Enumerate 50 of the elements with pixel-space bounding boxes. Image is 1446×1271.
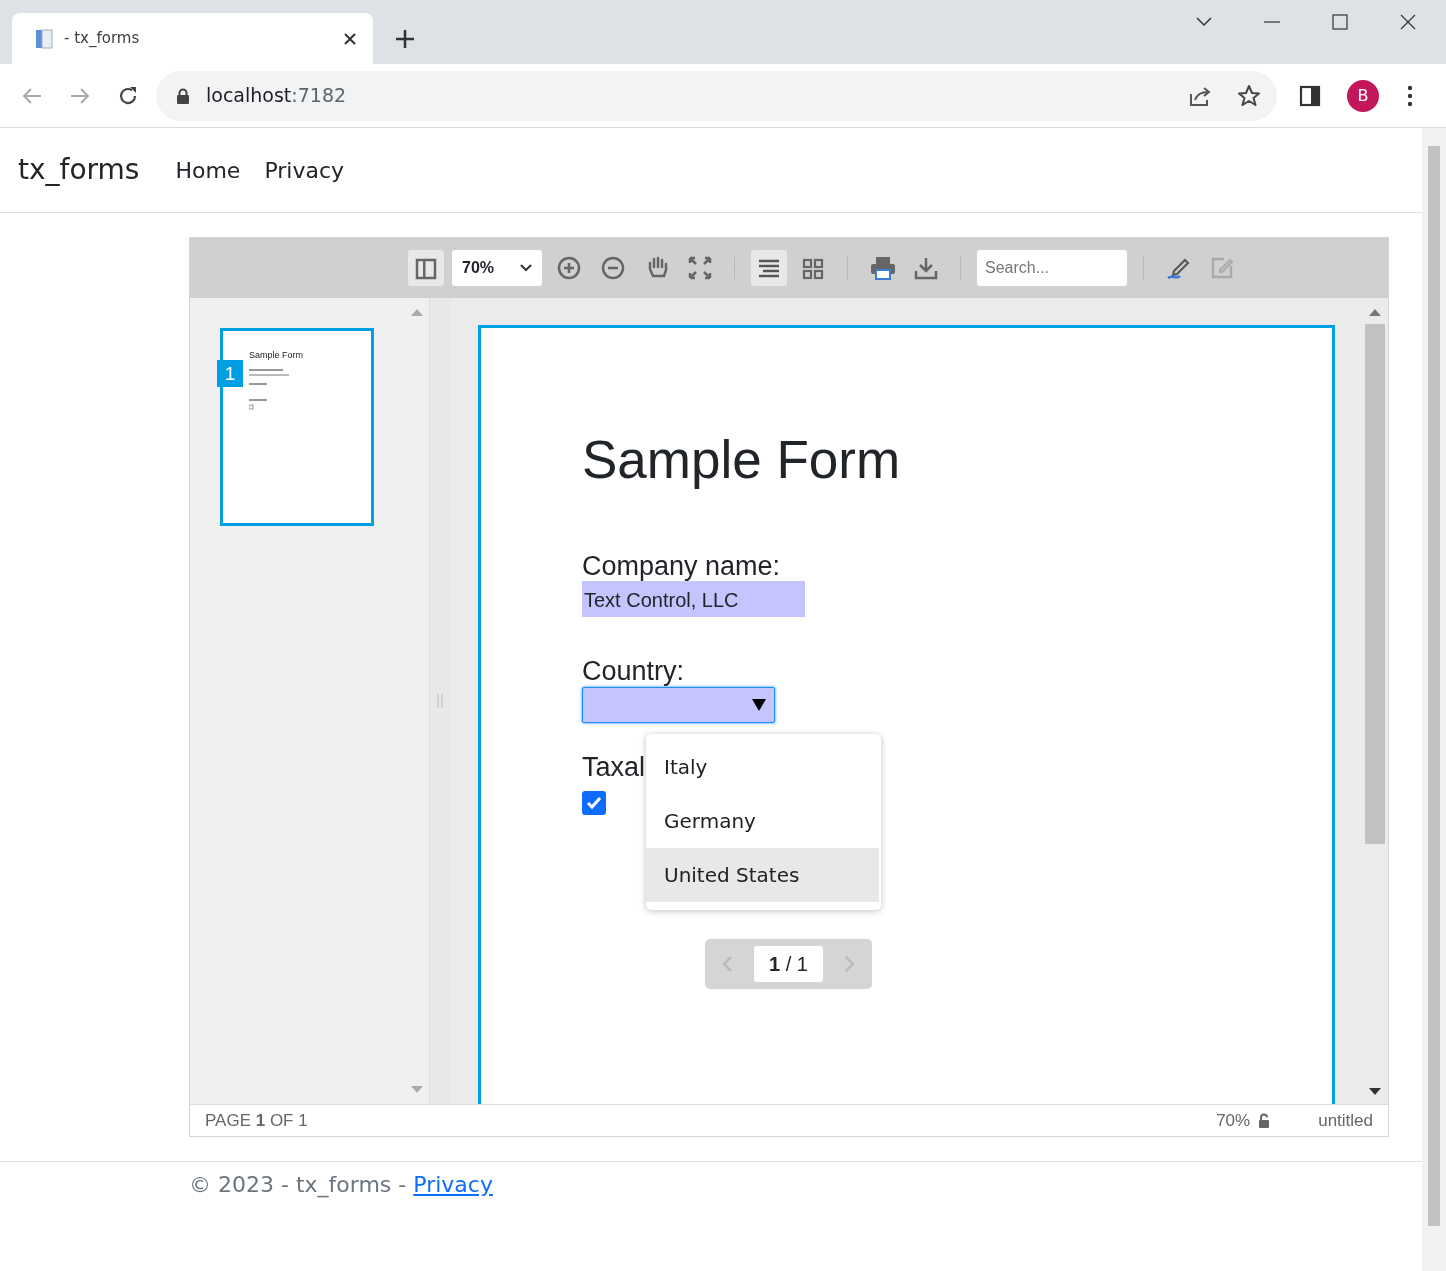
checkmark-icon [586, 795, 602, 810]
profile-avatar[interactable]: B [1347, 79, 1379, 112]
side-panel-icon[interactable] [1299, 84, 1321, 107]
new-tab-icon[interactable] [395, 29, 415, 49]
brand-link[interactable]: tx_forms [18, 149, 140, 191]
field-label: Taxal [582, 752, 646, 783]
single-page-layout-button[interactable] [751, 250, 787, 286]
page-number-field[interactable]: 1 / 1 [754, 946, 823, 982]
maximize-icon[interactable] [1330, 14, 1350, 30]
dropdown-option[interactable]: United States [646, 848, 879, 902]
scroll-up-icon[interactable] [411, 308, 423, 316]
page-count-text: PAGE 1 OF 1 [205, 1111, 308, 1131]
zoom-level-text: 70% [1216, 1111, 1251, 1131]
close-icon[interactable] [1398, 14, 1418, 30]
field-label: Company name: [582, 551, 781, 582]
star-icon[interactable] [1237, 83, 1261, 108]
scroll-down-icon[interactable] [1369, 1088, 1381, 1096]
document-title: Sample Form [582, 429, 902, 491]
sidebar-icon [415, 257, 437, 280]
filename-text: untitled [1318, 1111, 1373, 1131]
tab-title: - tx_forms [64, 28, 141, 50]
page-number-badge: 1 [217, 360, 243, 387]
text-field[interactable]: Text Control, LLC [582, 581, 805, 618]
menu-icon[interactable] [1407, 84, 1413, 107]
field-label: Country: [582, 657, 685, 687]
nav-link[interactable]: Home [175, 153, 241, 187]
thumbnail-text-drawing [249, 368, 289, 413]
lines-icon [757, 257, 781, 280]
url-text: localhost:7182 [206, 83, 347, 109]
zoom-dropdown[interactable]: 70% [452, 250, 542, 286]
thumbnail-title: Sample Form [249, 351, 303, 361]
lock-icon [1258, 1113, 1271, 1129]
caret-icon [752, 698, 766, 711]
dropdown-field[interactable] [582, 686, 775, 723]
page-scrollbar[interactable] [1422, 128, 1446, 1271]
lock-icon [176, 87, 190, 104]
search-field[interactable]: Search... [977, 250, 1127, 286]
privacy-link[interactable]: Privacy [413, 1172, 493, 1197]
edit-icon [1210, 256, 1234, 281]
scroll-up-icon[interactable] [1369, 308, 1381, 316]
address-bar[interactable]: localhost:7182 [156, 70, 1277, 121]
chevron-down-icon [520, 264, 532, 272]
browser-tab[interactable]: - tx_forms [12, 13, 373, 64]
sidebar-toggle-button[interactable] [408, 250, 444, 286]
grid-icon [802, 257, 824, 280]
checkbox[interactable] [582, 790, 606, 815]
nav-link[interactable]: Privacy [264, 153, 345, 187]
page-number-text: 1 / 1 [769, 952, 808, 976]
copyright-text: © 2023 - tx_forms - [189, 1172, 407, 1197]
close-icon[interactable] [343, 31, 357, 46]
